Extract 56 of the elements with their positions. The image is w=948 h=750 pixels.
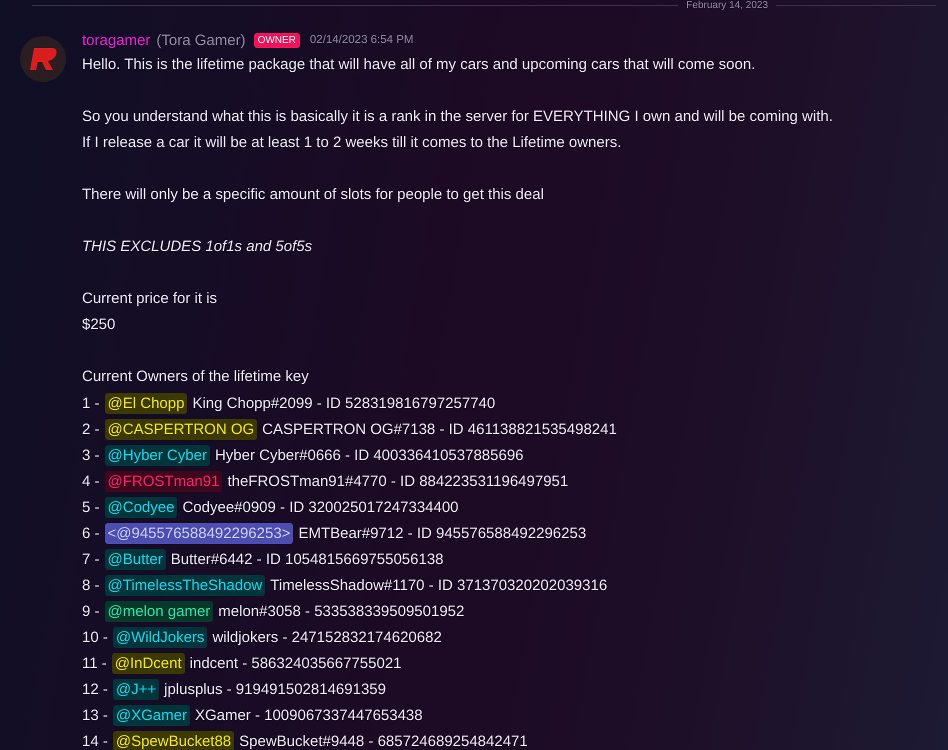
mention[interactable]: @El Chopp bbox=[104, 392, 188, 414]
mention[interactable]: @InDcent bbox=[112, 652, 185, 674]
owner-details: SpewBucket#9448 - 685724689254842471 bbox=[239, 732, 528, 750]
list-number: 4 - bbox=[82, 472, 100, 490]
list-number: 13 - bbox=[82, 706, 108, 724]
owner-details: EMTBear#9712 - ID 945576588492296253 bbox=[298, 524, 586, 542]
list-number: 8 - bbox=[82, 576, 100, 594]
date-divider: February 14, 2023 bbox=[686, 0, 768, 10]
mention[interactable]: @CASPERTRON OG bbox=[104, 418, 258, 440]
mention[interactable]: @WildJokers bbox=[112, 626, 208, 648]
message-text: Hello. This is the lifetime package that will have all of my cars and upcoming cars that will come soon. bbox=[82, 55, 756, 75]
mention[interactable]: @XGamer bbox=[112, 704, 190, 726]
mention[interactable]: @SpewBucket88 bbox=[112, 730, 234, 750]
owner-details: Butter#6442 - ID 1054815669755056138 bbox=[170, 550, 444, 568]
message-text: Current Owners of the lifetime key bbox=[82, 367, 310, 387]
list-number: 14 - bbox=[82, 732, 108, 750]
list-number: 11 - bbox=[82, 654, 107, 672]
mention[interactable]: <@945576588492296253> bbox=[104, 522, 294, 544]
owner-details: theFROSTman91#4770 - ID 884223531196497951 bbox=[227, 472, 568, 490]
message-text: There will only be a specific amount of slots for people to get this deal bbox=[82, 185, 545, 205]
avatar-icon bbox=[20, 36, 66, 82]
owner-details: indcent - 586324035667755021 bbox=[190, 654, 402, 672]
message-text: So you understand what this is basically it is a rank in the server for EVERYTHING I own and will be coming with. bbox=[82, 107, 833, 127]
list-number: 6 - bbox=[82, 524, 100, 542]
list-number: 9 - bbox=[82, 602, 100, 620]
owner-details: XGamer - 1009067337447653438 bbox=[194, 706, 423, 724]
mention[interactable]: @melon gamer bbox=[104, 600, 214, 622]
list-number: 5 - bbox=[82, 498, 100, 516]
message-text: If I release a car it will be at least 1 to 2 weeks till it comes to the Lifetime owners. bbox=[82, 133, 622, 153]
mention[interactable]: @Hyber Cyber bbox=[104, 444, 210, 466]
list-number: 3 - bbox=[82, 446, 100, 464]
owner-details: Codyee#0909 - ID 320025017247334400 bbox=[182, 498, 459, 516]
mention[interactable]: @Codyee bbox=[104, 496, 178, 518]
owner-details: CASPERTRON OG#7138 - ID 461138821535498241 bbox=[262, 420, 617, 438]
list-number: 1 - bbox=[82, 394, 100, 412]
owner-badge: OWNER bbox=[254, 32, 300, 48]
display-name: (Tora Gamer) bbox=[156, 32, 246, 48]
list-number: 10 - bbox=[82, 628, 108, 646]
owner-details: Hyber Cyber#0666 - ID 400336410537885696 bbox=[214, 446, 524, 464]
list-number: 7 - bbox=[82, 550, 100, 568]
mention[interactable]: @J++ bbox=[112, 678, 160, 700]
mention[interactable]: @FROSTman91 bbox=[104, 470, 222, 492]
owner-details: wildjokers - 247152832174620682 bbox=[212, 628, 442, 646]
owner-details: melon#3058 - 533538339509501952 bbox=[218, 602, 464, 620]
timestamp: 02/14/2023 6:54 PM bbox=[310, 34, 414, 46]
mention[interactable]: @TimelessTheShadow bbox=[104, 574, 266, 596]
owner-details: jplusplus - 919491502814691359 bbox=[164, 680, 386, 698]
list-number: 2 - bbox=[82, 420, 100, 438]
message-text: THIS EXCLUDES 1of1s and 5of5s bbox=[82, 237, 314, 257]
username[interactable]: toragamer bbox=[82, 32, 150, 48]
owner-details: TimelessShadow#1170 - ID 371370320202039316 bbox=[270, 576, 608, 594]
message-text: Current price for it is bbox=[82, 289, 218, 309]
owner-details: King Chopp#2099 - ID 528319816797257740 bbox=[192, 394, 496, 412]
list-number: 12 - bbox=[82, 680, 108, 698]
mention[interactable]: @Butter bbox=[104, 548, 166, 570]
message-text: $250 bbox=[82, 315, 116, 335]
